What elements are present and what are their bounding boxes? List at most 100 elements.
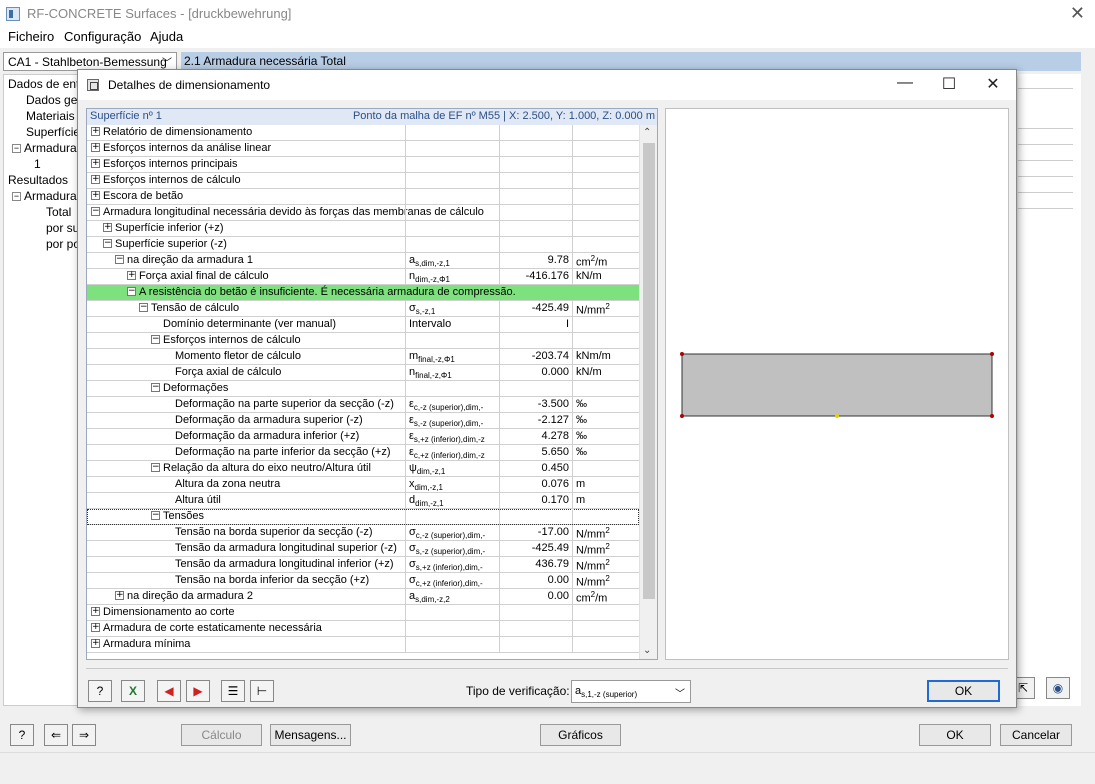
scroll-thumb[interactable]: [643, 143, 655, 599]
detail-row[interactable]: + na direção da armadura 2 as,dim,-z,2 0.00…: [87, 589, 639, 605]
export-icon[interactable]: ⇒: [72, 724, 96, 746]
expand-icon[interactable]: +: [91, 190, 100, 200]
detail-row[interactable]: Tensão da armadura longitudinal inferior…: [87, 557, 639, 573]
verification-type-select[interactable]: as,1,-z (superior) ﹀: [571, 680, 691, 703]
detail-row[interactable]: Tensão da armadura longitudinal superior…: [87, 541, 639, 557]
row-unit: ‰: [572, 445, 639, 460]
nav-item[interactable]: − Armadura: [12, 189, 77, 203]
nav-item[interactable]: Dados de entr: [8, 77, 83, 91]
dialog-title-bar: Detalhes de dimensionamento — ☐ ✕: [78, 70, 1016, 100]
nav-item[interactable]: Materiais: [26, 109, 75, 123]
arrow-left-icon[interactable]: ◀: [157, 680, 181, 702]
arrow-right-icon[interactable]: ▶: [186, 680, 210, 702]
nav-item[interactable]: Dados ger: [26, 93, 81, 107]
detail-row[interactable]: Deformação na parte inferior da secção (…: [87, 445, 639, 461]
collapse-icon[interactable]: −: [115, 254, 124, 264]
collapse-icon[interactable]: −: [91, 206, 100, 216]
main-cancel-button[interactable]: Cancelar: [1000, 724, 1072, 746]
detail-row[interactable]: Domínio determinante (ver manual) Interva…: [87, 317, 639, 333]
menu-settings[interactable]: Configuração: [64, 29, 141, 44]
detail-row[interactable]: + Esforços internos principais: [87, 157, 639, 173]
row-label-cell: Deformação na parte inferior da secção (…: [175, 446, 391, 458]
detail-row[interactable]: + Superfície inferior (+z): [87, 221, 639, 237]
expand-icon[interactable]: +: [91, 606, 100, 616]
row-value: [499, 141, 572, 156]
detail-row[interactable]: + Armadura mínima: [87, 637, 639, 653]
detail-row[interactable]: Altura útil ddim,-z,1 0.170 m: [87, 493, 639, 509]
nav-item[interactable]: Total: [46, 205, 71, 219]
close-icon[interactable]: ✕: [1070, 3, 1085, 24]
detail-row[interactable]: − Relação da altura do eixo neutro/Altura…: [87, 461, 639, 477]
detail-row[interactable]: + Escora de betão: [87, 189, 639, 205]
eye-icon[interactable]: ◉: [1046, 677, 1070, 699]
excel-icon[interactable]: X: [121, 680, 145, 702]
menu-help[interactable]: Ajuda: [150, 29, 183, 44]
detail-row[interactable]: − Esforços internos de cálculo: [87, 333, 639, 349]
detail-row[interactable]: − Tensão de cálculo σs,-z,1 -425.49 N/mm2: [87, 301, 639, 317]
tree-icon[interactable]: ⊢: [250, 680, 274, 702]
dialog-close-icon[interactable]: ✕: [978, 74, 1008, 96]
detail-row[interactable]: − A resistência do betão é insuficiente. …: [87, 285, 639, 301]
nav-item[interactable]: por su: [46, 221, 79, 235]
vertical-scrollbar[interactable]: ⌃ ⌄: [639, 125, 657, 659]
collapse-icon[interactable]: −: [103, 238, 112, 248]
expand-icon[interactable]: +: [91, 142, 100, 152]
expand-icon[interactable]: +: [127, 270, 136, 280]
collapse-icon[interactable]: −: [151, 334, 160, 344]
nav-item[interactable]: 1: [34, 157, 41, 171]
detail-row[interactable]: Momento fletor de cálculo mfinal,-z,Φ1 -20…: [87, 349, 639, 365]
detail-row[interactable]: Tensão na borda inferior da secção (+z) σ…: [87, 573, 639, 589]
collapse-icon[interactable]: −: [127, 286, 136, 296]
detail-row[interactable]: Tensão na borda superior da secção (-z) σ…: [87, 525, 639, 541]
detail-row[interactable]: Deformação da armadura superior (-z) εs,-…: [87, 413, 639, 429]
collapse-icon[interactable]: −: [139, 302, 148, 312]
detail-row[interactable]: Força axial de cálculo nfinal,-z,Φ1 0.000 k…: [87, 365, 639, 381]
expand-icon[interactable]: +: [91, 126, 100, 136]
scroll-down-icon[interactable]: ⌄: [643, 645, 651, 656]
unit-text: m: [576, 478, 586, 490]
collapse-icon[interactable]: −: [151, 382, 160, 392]
detail-row[interactable]: Deformação na parte superior da secção (…: [87, 397, 639, 413]
detail-row[interactable]: − Deformações: [87, 381, 639, 397]
symbol-main: ψ: [409, 462, 417, 474]
collapse-icon[interactable]: −: [12, 192, 21, 202]
expand-icon[interactable]: +: [91, 638, 100, 648]
messages-button[interactable]: Mensagens...: [270, 724, 351, 746]
collapse-icon[interactable]: −: [12, 144, 21, 154]
expand-icon[interactable]: +: [103, 222, 112, 232]
detail-row[interactable]: Altura da zona neutra xdim,-z,1 0.076 m: [87, 477, 639, 493]
list-icon[interactable]: ☰: [221, 680, 245, 702]
menu-file[interactable]: Ficheiro: [8, 29, 54, 44]
import-icon[interactable]: ⇐: [44, 724, 68, 746]
detail-row[interactable]: − Superfície superior (-z): [87, 237, 639, 253]
graphics-button[interactable]: Gráficos: [540, 724, 621, 746]
detail-row[interactable]: + Dimensionamento ao corte: [87, 605, 639, 621]
detail-row[interactable]: − na direção da armadura 1 as,dim,-z,1 9.78…: [87, 253, 639, 269]
detail-row[interactable]: − Tensões: [87, 509, 639, 525]
row-unit: [572, 221, 639, 236]
nav-item[interactable]: − Armadura: [12, 141, 77, 155]
detail-row[interactable]: + Armadura de corte estaticamente necessá…: [87, 621, 639, 637]
detail-row[interactable]: + Relatório de dimensionamento: [87, 125, 639, 141]
detail-row[interactable]: + Esforços internos de cálculo: [87, 173, 639, 189]
detail-row[interactable]: + Força axial final de cálculo ndim,-z,Φ1-…: [87, 269, 639, 285]
calculation-button[interactable]: Cálculo: [181, 724, 262, 746]
scroll-up-icon[interactable]: ⌃: [643, 127, 651, 138]
expand-icon[interactable]: +: [91, 622, 100, 632]
detail-row[interactable]: + Esforços internos da análise linear: [87, 141, 639, 157]
expand-icon[interactable]: +: [115, 590, 124, 600]
main-ok-button[interactable]: OK: [919, 724, 991, 746]
detail-row[interactable]: Deformação da armadura inferior (+z) εs,+…: [87, 429, 639, 445]
detail-row[interactable]: − Armadura longitudinal necessária devido…: [87, 205, 639, 221]
help-icon[interactable]: ?: [10, 724, 34, 746]
expand-icon[interactable]: +: [91, 158, 100, 168]
expand-icon[interactable]: +: [91, 174, 100, 184]
collapse-icon[interactable]: −: [151, 510, 160, 520]
minimize-icon[interactable]: —: [890, 74, 920, 96]
collapse-icon[interactable]: −: [151, 462, 160, 472]
maximize-icon[interactable]: ☐: [934, 74, 964, 96]
dialog-ok-button[interactable]: OK: [927, 680, 1000, 702]
nav-item[interactable]: Resultados: [8, 173, 68, 187]
nav-item[interactable]: por po: [46, 237, 80, 251]
help-icon[interactable]: ?: [88, 680, 112, 702]
